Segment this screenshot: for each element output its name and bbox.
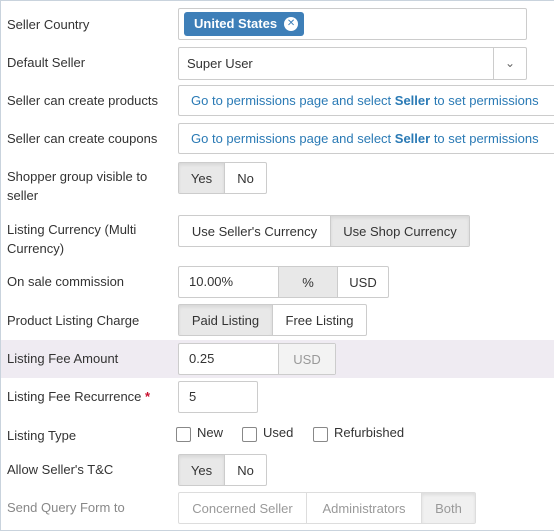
checkbox-new-label: New	[197, 425, 224, 440]
listing-type-label: Listing Type	[7, 428, 77, 443]
percent-button[interactable]: %	[278, 267, 338, 297]
row-allow-sellers-tc: Allow Seller's T&C Yes No	[1, 454, 554, 492]
row-listing-fee-recurrence: Listing Fee Recurrence * 5	[1, 378, 554, 418]
listing-fee-currency-addon: USD	[278, 344, 335, 374]
default-seller-value: Super User	[187, 56, 253, 71]
send-query-form-to-toggle: Concerned Seller Administrators Both	[178, 492, 476, 524]
selected-country-label: United States	[194, 16, 278, 31]
listing-fee-amount-input[interactable]: 0.25	[189, 344, 279, 374]
product-listing-charge-label: Product Listing Charge	[7, 313, 140, 328]
listing-fee-recurrence-input[interactable]: 5	[178, 381, 258, 413]
row-send-query-form-to: Send Query Form to Concerned Seller Admi…	[1, 492, 554, 532]
paid-listing-button[interactable]: Paid Listing	[179, 305, 273, 335]
permissions-link-bold: Seller	[394, 93, 431, 108]
allow-tc-yes-button[interactable]: Yes	[179, 455, 225, 485]
row-product-listing-charge: Product Listing Charge Paid Listing Free…	[1, 303, 554, 341]
chevron-down-icon[interactable]: ⌄	[493, 48, 526, 79]
listing-fee-recurrence-text: Listing Fee Recurrence	[7, 389, 142, 404]
allow-tc-no-button[interactable]: No	[225, 455, 266, 485]
shopper-group-no-button[interactable]: No	[225, 163, 266, 193]
permissions-link-products[interactable]: Go to permissions page and select Seller…	[178, 85, 554, 116]
allow-sellers-tc-label: Allow Seller's T&C	[7, 462, 114, 477]
row-shopper-group-visible: Shopper group visible to seller Yes No	[1, 161, 554, 213]
permissions-link-bold: Seller	[394, 131, 431, 146]
allow-sellers-tc-toggle: Yes No	[178, 454, 267, 486]
listing-fee-amount-label: Listing Fee Amount	[7, 351, 119, 366]
send-query-form-to-label: Send Query Form to	[7, 500, 125, 515]
commission-input[interactable]: 10.00%	[189, 267, 279, 297]
checkbox-refurbished[interactable]	[313, 427, 328, 442]
on-sale-commission-group: 10.00% % USD	[178, 266, 389, 298]
both-button[interactable]: Both	[422, 493, 475, 523]
row-listing-currency: Listing Currency (Multi Currency) Use Se…	[1, 213, 554, 263]
permissions-link-text-pre: Go to permissions page and select	[191, 131, 395, 146]
row-seller-country: Seller Country United States ✕	[1, 1, 554, 47]
close-circle-icon[interactable]: ✕	[284, 17, 299, 31]
concerned-seller-button[interactable]: Concerned Seller	[179, 493, 307, 523]
shopper-group-visible-toggle: Yes No	[178, 162, 267, 194]
row-on-sale-commission: On sale commission 10.00% % USD	[1, 263, 554, 303]
shopper-group-visible-label: Shopper group visible to seller	[7, 169, 148, 203]
use-shop-currency-button[interactable]: Use Shop Currency	[331, 216, 469, 246]
row-can-create-products: Seller can create products Go to permiss…	[1, 85, 554, 123]
listing-currency-toggle: Use Seller's Currency Use Shop Currency	[178, 215, 470, 247]
row-listing-fee-amount: Listing Fee Amount 0.25 USD	[1, 340, 554, 378]
seller-country-select[interactable]: United States ✕	[178, 8, 527, 40]
row-can-create-coupons: Seller can create coupons Go to permissi…	[1, 123, 554, 161]
seller-settings-form: Seller Country United States ✕ Default S…	[0, 0, 554, 531]
free-listing-button[interactable]: Free Listing	[273, 305, 366, 335]
listing-currency-label: Listing Currency (Multi Currency)	[7, 222, 137, 256]
on-sale-commission-label: On sale commission	[7, 274, 125, 289]
listing-fee-recurrence-label: Listing Fee Recurrence *	[7, 387, 150, 406]
checkbox-refurbished-label: Refurbished	[334, 425, 405, 440]
use-sellers-currency-button[interactable]: Use Seller's Currency	[179, 216, 331, 246]
row-default-seller: Default Seller Super User ⌄	[1, 47, 554, 85]
checkbox-used-label: Used	[263, 425, 294, 440]
default-seller-label: Default Seller	[7, 55, 86, 70]
listing-fee-recurrence-value: 5	[189, 389, 197, 404]
usd-button[interactable]: USD	[338, 267, 388, 297]
permissions-link-text-post: to set permissions	[430, 93, 539, 108]
permissions-link-text-pre: Go to permissions page and select	[191, 93, 395, 108]
selected-country-chip: United States ✕	[184, 12, 305, 36]
default-seller-select[interactable]: Super User ⌄	[178, 47, 527, 80]
administrators-button[interactable]: Administrators	[307, 493, 422, 523]
product-listing-charge-toggle: Paid Listing Free Listing	[178, 304, 367, 336]
permissions-link-text-post: to set permissions	[430, 131, 539, 146]
seller-country-label: Seller Country	[7, 17, 90, 32]
can-create-products-label: Seller can create products	[7, 93, 159, 108]
can-create-coupons-label: Seller can create coupons	[7, 131, 158, 146]
required-marker: *	[145, 389, 151, 404]
checkbox-new[interactable]	[176, 427, 191, 442]
permissions-link-coupons[interactable]: Go to permissions page and select Seller…	[178, 123, 554, 154]
checkbox-used[interactable]	[242, 427, 257, 442]
row-listing-type: Listing Type New Used Refurbished	[1, 418, 554, 454]
listing-fee-amount-group: 0.25 USD	[178, 343, 336, 375]
shopper-group-yes-button[interactable]: Yes	[179, 163, 225, 193]
